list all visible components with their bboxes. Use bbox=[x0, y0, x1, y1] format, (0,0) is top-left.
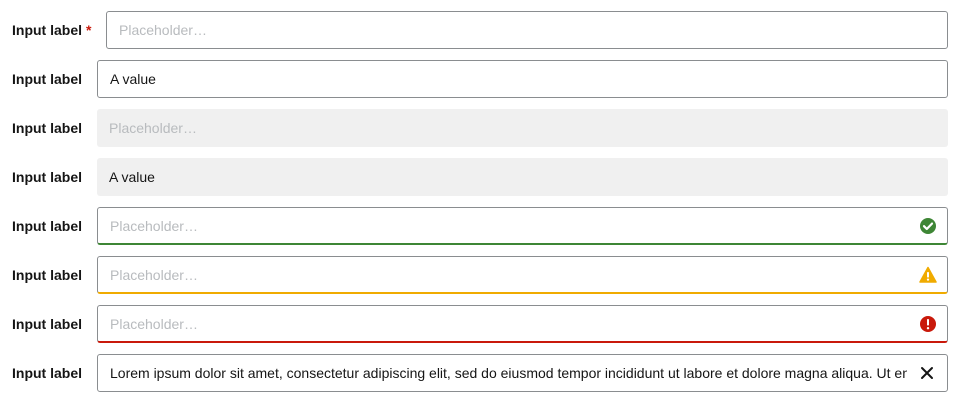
input-placeholder: Placeholder… bbox=[119, 22, 207, 38]
input-label: Input label bbox=[12, 365, 82, 381]
input-value: Lorem ipsum dolor sit amet, consectetur … bbox=[110, 365, 907, 381]
input-label: Input label * bbox=[12, 22, 92, 38]
form-row-required: Input label * Placeholder… bbox=[0, 11, 960, 49]
input-placeholder: Placeholder… bbox=[110, 316, 198, 332]
form-row-success: Input label Placeholder… bbox=[0, 207, 960, 245]
form-row-warning: Input label Placeholder… bbox=[0, 256, 960, 294]
close-icon[interactable] bbox=[919, 365, 935, 381]
input-label: Input label bbox=[12, 169, 82, 185]
input-label: Input label bbox=[12, 71, 82, 87]
input-value: A value bbox=[109, 169, 155, 185]
exclamation-circle-icon bbox=[919, 315, 937, 333]
text-input-error[interactable]: Placeholder… bbox=[97, 305, 948, 343]
form-row-error: Input label Placeholder… bbox=[0, 305, 960, 343]
text-input-success[interactable]: Placeholder… bbox=[97, 207, 948, 245]
text-input-disabled-filled: A value bbox=[97, 158, 948, 196]
input-placeholder: Placeholder… bbox=[109, 120, 197, 136]
form-row-long-value: Input label Lorem ipsum dolor sit amet, … bbox=[0, 354, 960, 392]
input-label: Input label bbox=[12, 267, 82, 283]
form-row-disabled-filled: Input label A value bbox=[0, 158, 960, 196]
form-row-filled: Input label A value bbox=[0, 60, 960, 98]
input-placeholder: Placeholder… bbox=[110, 267, 198, 283]
text-input-filled[interactable]: A value bbox=[97, 60, 948, 98]
text-input-clearable[interactable]: Lorem ipsum dolor sit amet, consectetur … bbox=[97, 354, 948, 392]
warning-triangle-icon bbox=[919, 266, 937, 284]
text-input-required[interactable]: Placeholder… bbox=[106, 11, 948, 49]
input-placeholder: Placeholder… bbox=[110, 218, 198, 234]
input-value: A value bbox=[110, 71, 156, 87]
input-label: Input label bbox=[12, 218, 82, 234]
input-label: Input label bbox=[12, 316, 82, 332]
text-input-disabled-empty: Placeholder… bbox=[97, 109, 948, 147]
form-row-disabled-empty: Input label Placeholder… bbox=[0, 109, 960, 147]
check-circle-icon bbox=[919, 217, 937, 235]
required-indicator: * bbox=[86, 22, 92, 38]
text-input-warning[interactable]: Placeholder… bbox=[97, 256, 948, 294]
input-label: Input label bbox=[12, 120, 82, 136]
